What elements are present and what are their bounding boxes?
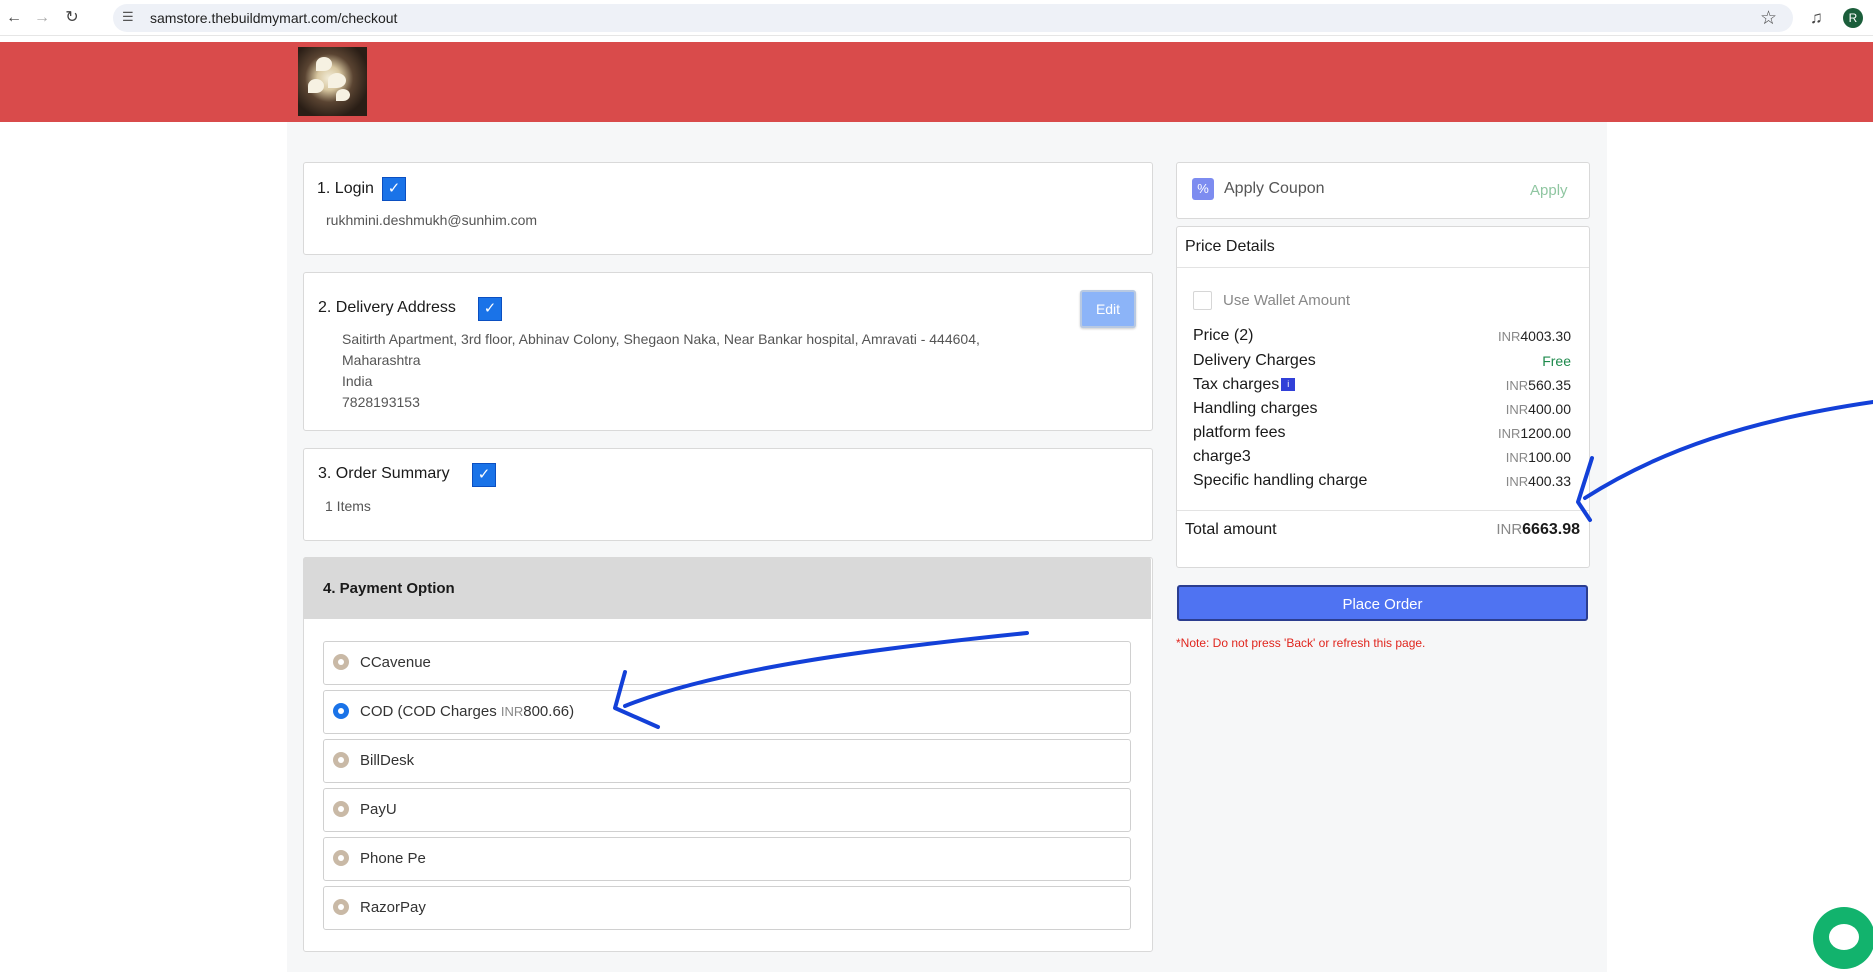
annotation-arrowhead-total [1576,456,1594,522]
annotation-arrow-cod [623,631,1029,708]
annotation-layer [613,400,1873,729]
annotation-arrow-total [1583,400,1873,500]
